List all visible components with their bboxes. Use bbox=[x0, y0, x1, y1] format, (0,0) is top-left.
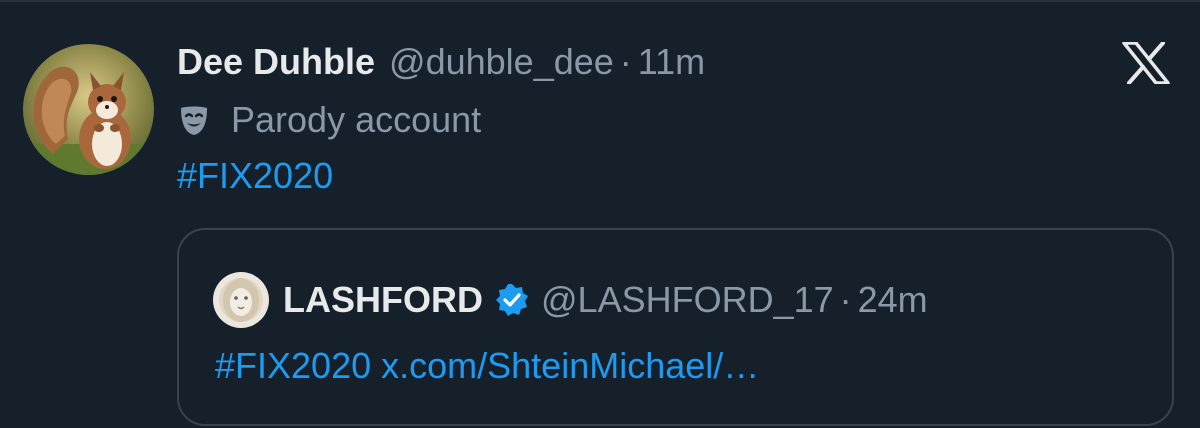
verified-badge-icon bbox=[495, 283, 529, 317]
squirrel-avatar-icon bbox=[23, 44, 154, 175]
quoted-author-display-name[interactable]: LASHFORD bbox=[283, 279, 483, 321]
quoted-author-avatar[interactable] bbox=[213, 272, 269, 328]
separator-dot: · bbox=[839, 279, 852, 320]
parody-account-label: Parody account bbox=[177, 98, 481, 142]
quoted-hashtag-link[interactable]: #FIX2020 bbox=[215, 345, 371, 386]
post-timestamp[interactable]: 11m bbox=[638, 41, 705, 83]
quoted-post-header: LASHFORD @LASHFORD_17 · 24m bbox=[213, 272, 928, 328]
quoted-post-timestamp[interactable]: 24m bbox=[858, 279, 928, 321]
post-hashtag-link[interactable]: #FIX2020 bbox=[177, 155, 333, 197]
quoted-url-link[interactable]: x.com/ShteinMichael/… bbox=[381, 345, 759, 386]
post-header: Dee Duhble @duhble_dee · 11m bbox=[177, 40, 705, 84]
x-logo-icon[interactable] bbox=[1122, 41, 1170, 85]
quoted-post-text: #FIX2020 x.com/ShteinMichael/… bbox=[215, 345, 759, 387]
theater-mask-icon bbox=[177, 103, 211, 137]
parody-account-text: Parody account bbox=[231, 99, 482, 140]
quoted-post-card[interactable]: LASHFORD @LASHFORD_17 · 24m #FIX2020 x.co… bbox=[177, 228, 1174, 426]
lion-avatar-icon bbox=[213, 272, 269, 328]
post[interactable]: Dee Duhble @duhble_dee · 11m Parody acco… bbox=[0, 0, 1200, 428]
author-avatar[interactable] bbox=[23, 44, 154, 175]
author-handle[interactable]: @duhble_dee bbox=[389, 41, 614, 83]
separator-dot: · bbox=[619, 41, 632, 82]
quoted-author-handle[interactable]: @LASHFORD_17 bbox=[541, 279, 834, 321]
author-display-name[interactable]: Dee Duhble bbox=[177, 41, 375, 83]
